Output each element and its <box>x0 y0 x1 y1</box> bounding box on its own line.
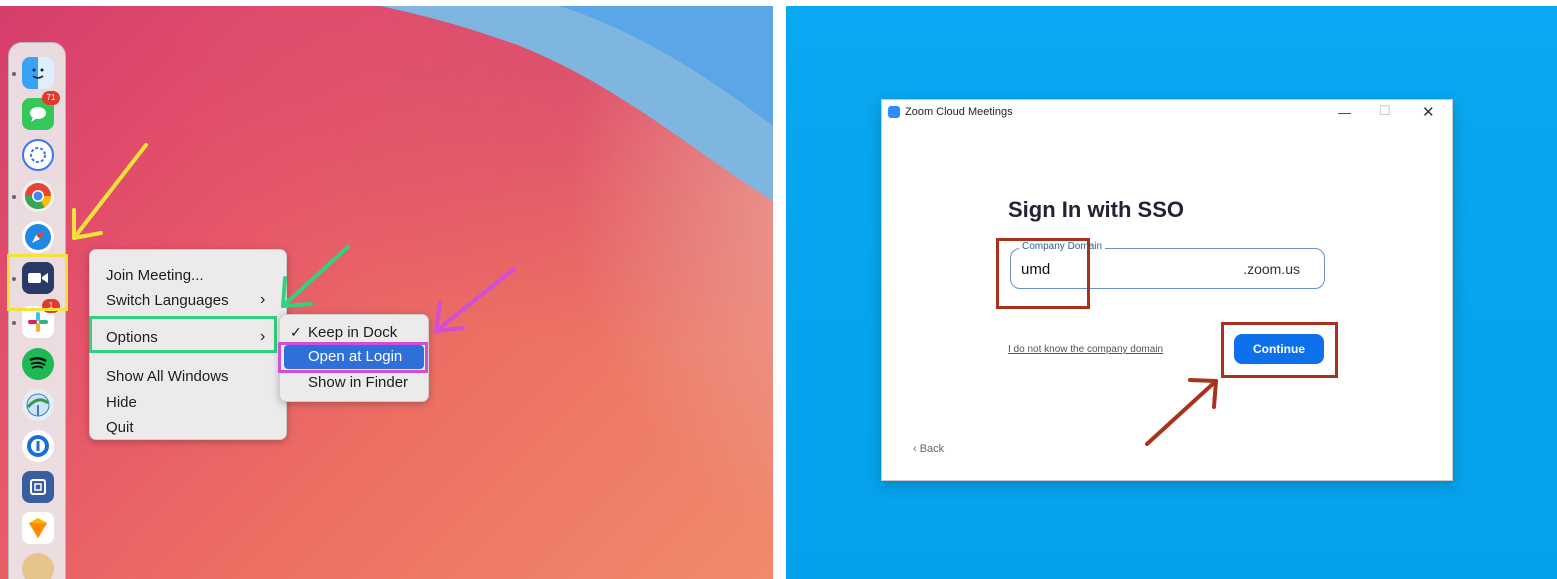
magenta-arrow <box>434 267 516 333</box>
annotation-arrow-red <box>1145 378 1218 446</box>
windows-desktop: Zoom Cloud Meetings — ☐ ✕ Sign In with S… <box>786 6 1557 579</box>
green-arrow <box>281 245 350 308</box>
macos-desktop: 71 1 Join Meeting... Switch Languages › … <box>0 6 773 579</box>
yellow-arrow <box>72 143 148 240</box>
annotation-arrows <box>72 143 516 333</box>
